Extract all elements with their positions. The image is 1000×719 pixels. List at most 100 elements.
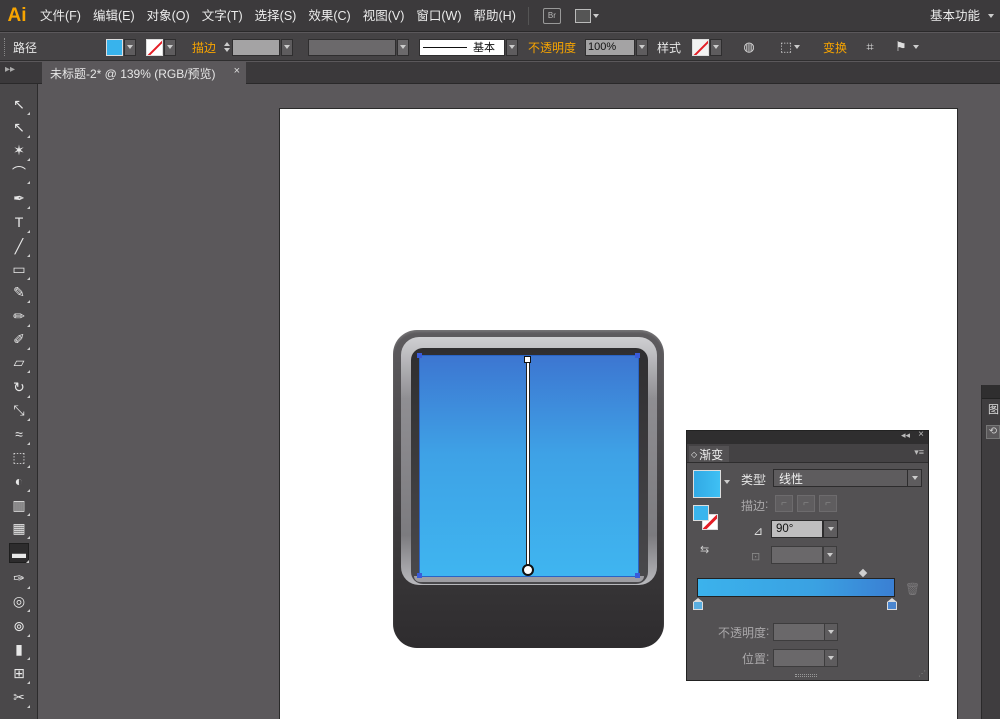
mesh-tool[interactable]: ▦ (9, 518, 30, 539)
slice-tool[interactable]: ✂ (9, 687, 30, 708)
workspace-switcher[interactable]: 基本功能 (930, 0, 980, 32)
variable-width-profile[interactable] (308, 33, 409, 61)
width-profile-dropdown[interactable] (397, 38, 409, 56)
menu-edit[interactable]: 编辑(E) (87, 0, 141, 32)
collapse-icon[interactable]: ◂◂ (901, 430, 910, 441)
magic-wand-tool[interactable]: ✶ (9, 140, 30, 161)
opacity-control[interactable]: 100% (585, 33, 648, 61)
panel-options-button[interactable]: ⚑ (893, 33, 919, 61)
free-transform-tool[interactable]: ⬚ (9, 447, 30, 468)
isolate-button[interactable]: ⌗ (862, 33, 878, 61)
gradient-stop-end[interactable] (887, 598, 897, 610)
stroke-weight-control[interactable] (222, 33, 293, 61)
opacity-label[interactable]: 不透明度 (528, 33, 576, 61)
direct-selection-tool[interactable]: ↖ (9, 117, 30, 138)
anchor-point[interactable] (417, 573, 422, 578)
stroke-label[interactable]: 描边 (192, 33, 216, 61)
fill-swatch[interactable] (693, 505, 709, 521)
line-segment-tool[interactable]: ╱ (9, 236, 30, 257)
opacity-dropdown[interactable] (636, 38, 648, 56)
close-icon[interactable]: × (234, 65, 240, 77)
brush-definition-dropdown[interactable] (506, 38, 518, 56)
stroke-dropdown[interactable] (164, 38, 176, 56)
gradient-stop-start[interactable] (693, 598, 703, 610)
scale-tool[interactable]: ⤡ (9, 400, 30, 421)
transform-link[interactable]: 变换 (823, 33, 847, 61)
anchor-point[interactable] (417, 353, 422, 358)
gradient-type-select[interactable]: 线性 (773, 469, 922, 487)
panel-menu-icon[interactable]: ▾≡ (914, 447, 924, 458)
refresh-icon[interactable]: ⟲ (986, 425, 1000, 439)
docked-panel-header[interactable] (982, 385, 1000, 399)
resize-corner-icon[interactable]: ⋰ (918, 669, 926, 678)
lasso-tool[interactable]: ⌒ (9, 163, 30, 184)
menu-type[interactable]: 文字(T) (196, 0, 249, 32)
shape-builder-tool[interactable]: ◐ (9, 471, 30, 492)
angle-field[interactable]: 90° (771, 520, 823, 538)
menu-window[interactable]: 窗口(W) (410, 0, 467, 32)
stroke-color-control[interactable] (146, 33, 176, 61)
gradient-tool[interactable]: ▬ (9, 543, 29, 563)
gradient-annotator-origin[interactable] (524, 356, 531, 363)
stroke-none-swatch[interactable] (146, 38, 163, 56)
blob-brush-tool[interactable]: ✐ (9, 329, 30, 350)
fill-swatch[interactable] (106, 38, 123, 56)
width-profile-field[interactable] (308, 38, 396, 56)
stroke-weight-spinner[interactable] (222, 39, 232, 56)
expand-toggle-icon[interactable]: ◇ (691, 450, 697, 459)
anchor-point[interactable] (635, 353, 640, 358)
rotate-tool[interactable]: ↻ (9, 377, 30, 398)
blend-tool[interactable]: ◎ (9, 591, 30, 612)
symbol-sprayer-tool[interactable]: ⊚ (9, 616, 30, 637)
graphic-style-control[interactable] (692, 33, 722, 61)
chevron-down-icon[interactable] (724, 480, 730, 484)
panel-resize-grip[interactable] (795, 674, 817, 677)
brush-definition-field[interactable]: 基本 (419, 38, 505, 56)
stroke-weight-field[interactable] (232, 38, 280, 56)
fill-dropdown[interactable] (124, 38, 136, 56)
brush-definition-control[interactable]: 基本 (419, 33, 518, 61)
gradient-preview-swatch[interactable] (693, 470, 721, 498)
angle-dropdown[interactable] (823, 520, 838, 538)
menu-object[interactable]: 对象(O) (141, 0, 196, 32)
selection-tool[interactable]: ↖ (9, 94, 30, 115)
rectangle-tool[interactable]: ▭ (9, 259, 30, 280)
graphic-style-swatch[interactable] (692, 38, 709, 56)
gradient-slider[interactable] (697, 578, 895, 597)
stroke-along-button[interactable]: ⌐ (797, 495, 815, 512)
reverse-gradient-icon[interactable]: ⇆ (700, 543, 716, 557)
stroke-across-button[interactable]: ⌐ (819, 495, 837, 512)
type-tool[interactable]: T (9, 212, 30, 233)
gradient-annotator-end-handle[interactable] (522, 564, 534, 576)
paintbrush-tool[interactable]: ✎ (9, 282, 30, 303)
column-graph-tool[interactable]: ▮ (9, 639, 30, 660)
recolor-artwork-button[interactable]: ◍ (741, 33, 757, 61)
gradient-panel-titlebar[interactable]: ◂◂ × (687, 429, 928, 444)
menu-file[interactable]: 文件(F) (34, 0, 87, 32)
pencil-tool[interactable]: ✏ (9, 306, 30, 327)
align-button[interactable]: ⬚ (778, 33, 800, 61)
document-tab[interactable]: 未标题-2* @ 139% (RGB/预览) × (42, 62, 246, 84)
bridge-button[interactable]: Br (542, 7, 561, 24)
chevron-down-icon[interactable] (907, 470, 921, 486)
anchor-point[interactable] (635, 573, 640, 578)
collapse-panels-icon[interactable]: ▸▸ (5, 64, 15, 75)
arrange-documents-button[interactable] (574, 8, 599, 23)
eraser-tool[interactable]: ▱ (9, 352, 30, 373)
opacity-field[interactable]: 100% (585, 38, 635, 56)
docked-panel-label[interactable]: 图 (988, 401, 999, 417)
chevron-down-icon[interactable] (988, 14, 994, 18)
stroke-weight-dropdown[interactable] (281, 38, 293, 56)
width-tool[interactable]: ≈ (9, 424, 30, 445)
graphic-style-dropdown[interactable] (710, 38, 722, 56)
gradient-annotator-bar[interactable] (526, 360, 530, 571)
close-icon[interactable]: × (918, 429, 924, 440)
menu-view[interactable]: 视图(V) (357, 0, 411, 32)
artboard-tool[interactable]: ⊞ (9, 663, 30, 684)
gradient-panel-tab[interactable]: ◇ 渐变 (689, 446, 729, 462)
pen-tool[interactable]: ✒ (9, 188, 30, 209)
menu-select[interactable]: 选择(S) (249, 0, 303, 32)
menu-help[interactable]: 帮助(H) (468, 0, 522, 32)
eyedropper-tool[interactable]: ✑ (9, 568, 30, 589)
menu-effect[interactable]: 效果(C) (302, 0, 356, 32)
